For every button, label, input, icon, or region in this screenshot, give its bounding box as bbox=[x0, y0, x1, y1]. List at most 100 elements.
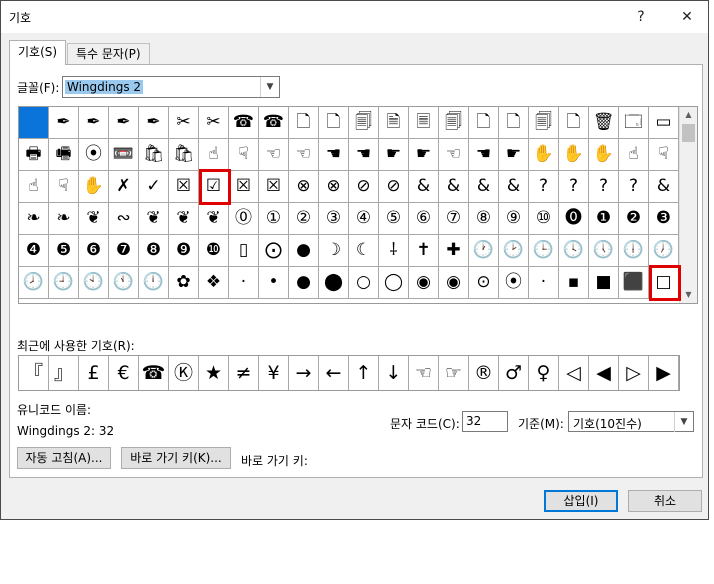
recent-symbol-cell[interactable]: ▶ bbox=[649, 356, 679, 390]
symbol-cell[interactable]: ✓ bbox=[139, 171, 169, 203]
symbol-cell[interactable]: ❦ bbox=[169, 203, 199, 235]
symbol-cell[interactable]: ☒ bbox=[259, 171, 289, 203]
symbol-cell[interactable]: ✿ bbox=[169, 267, 199, 299]
symbol-cell[interactable]: 🕒 bbox=[529, 235, 559, 267]
symbol-cell[interactable]: ? bbox=[559, 171, 589, 203]
symbol-cell[interactable]: ? bbox=[619, 171, 649, 203]
chevron-down-icon[interactable]: ▼ bbox=[674, 412, 693, 432]
symbol-cell[interactable]: 🗏 bbox=[409, 107, 439, 139]
symbol-cell[interactable]: ☝ bbox=[619, 139, 649, 171]
symbol-cell[interactable]: ◉ bbox=[409, 267, 439, 299]
recent-symbol-cell[interactable]: £ bbox=[79, 356, 109, 390]
recent-symbol-cell[interactable]: ↑ bbox=[349, 356, 379, 390]
symbol-cell[interactable]: ❦ bbox=[139, 203, 169, 235]
symbol-cell[interactable]: ☚ bbox=[469, 139, 499, 171]
recent-symbol-cell[interactable]: ↓ bbox=[379, 356, 409, 390]
symbol-cell[interactable]: 🕐 bbox=[469, 235, 499, 267]
symbol-cell[interactable]: ⊗ bbox=[319, 171, 349, 203]
symbol-cell[interactable]: ☾ bbox=[349, 235, 379, 267]
symbol-cell[interactable]: ✗ bbox=[109, 171, 139, 203]
recent-symbol-cell[interactable]: → bbox=[289, 356, 319, 390]
scroll-up-icon[interactable]: ▲ bbox=[680, 107, 697, 123]
symbol-cell[interactable]: 🕘 bbox=[49, 267, 79, 299]
autocorrect-button[interactable]: 자동 고침(A)... bbox=[17, 447, 111, 469]
symbol-cell[interactable]: ✋ bbox=[559, 139, 589, 171]
symbol-cell[interactable]: ❦ bbox=[199, 203, 229, 235]
symbol-cell[interactable]: 🕑 bbox=[499, 235, 529, 267]
symbol-cell[interactable]: ☚ bbox=[319, 139, 349, 171]
recent-symbol-cell[interactable]: ≠ bbox=[229, 356, 259, 390]
symbol-cell[interactable]: & bbox=[469, 171, 499, 203]
symbol-cell[interactable]: 🖶 bbox=[19, 139, 49, 171]
symbol-cell[interactable]: ☚ bbox=[349, 139, 379, 171]
symbol-cell[interactable]: ■ bbox=[589, 267, 619, 299]
cancel-button[interactable]: 취소 bbox=[628, 490, 702, 512]
help-button[interactable]: ? bbox=[631, 7, 651, 27]
symbol-cell[interactable]: ☎ bbox=[259, 107, 289, 139]
symbol-cell[interactable]: ③ bbox=[319, 203, 349, 235]
symbol-cell[interactable]: ☟ bbox=[49, 171, 79, 203]
symbol-cell[interactable]: ② bbox=[289, 203, 319, 235]
symbol-cell[interactable]: ❻ bbox=[79, 235, 109, 267]
symbol-cell[interactable]: ❾ bbox=[169, 235, 199, 267]
symbol-cell[interactable]: ❸ bbox=[649, 203, 679, 235]
symbol-cell[interactable]: ✝ bbox=[409, 235, 439, 267]
symbol-cell[interactable]: ⦿ bbox=[79, 139, 109, 171]
symbol-cell[interactable]: ☝ bbox=[199, 139, 229, 171]
recent-symbol-cell[interactable]: Ⓚ bbox=[169, 356, 199, 390]
recent-symbol-cell[interactable]: ← bbox=[319, 356, 349, 390]
symbol-cell[interactable]: 🗐 bbox=[529, 107, 559, 139]
recent-symbol-cell[interactable]: ☞ bbox=[439, 356, 469, 390]
symbol-cell[interactable]: 🗑 bbox=[589, 107, 619, 139]
recent-symbol-cell[interactable]: 』 bbox=[49, 356, 79, 390]
symbol-cell[interactable]: ✒ bbox=[49, 107, 79, 139]
symbol-cell[interactable]: ☽ bbox=[319, 235, 349, 267]
symbol-cell[interactable]: ❺ bbox=[49, 235, 79, 267]
symbol-cell[interactable]: ◯ bbox=[379, 267, 409, 299]
symbol-cell[interactable]: ✋ bbox=[79, 171, 109, 203]
symbol-cell[interactable]: ✋ bbox=[529, 139, 559, 171]
scroll-down-icon[interactable]: ▼ bbox=[680, 287, 697, 303]
symbol-cell[interactable]: 🕗 bbox=[19, 267, 49, 299]
symbol-cell[interactable]: ☟ bbox=[649, 139, 679, 171]
recent-symbol-cell[interactable]: ® bbox=[469, 356, 499, 390]
symbol-cell[interactable]: 🗔 bbox=[619, 107, 649, 139]
symbol-cell[interactable]: ⑦ bbox=[439, 203, 469, 235]
symbol-cell[interactable]: ⨀ bbox=[259, 235, 289, 267]
symbol-cell[interactable]: 🖷 bbox=[49, 139, 79, 171]
symbol-cell[interactable]: ❧ bbox=[19, 203, 49, 235]
recent-symbol-cell[interactable]: ◀ bbox=[589, 356, 619, 390]
symbol-cell[interactable]: ⊙ bbox=[469, 267, 499, 299]
symbol-cell[interactable]: ❹ bbox=[19, 235, 49, 267]
symbol-cell[interactable]: ☛ bbox=[499, 139, 529, 171]
symbol-cell[interactable]: 🕖 bbox=[649, 235, 679, 267]
recent-symbol-cell[interactable]: ♂ bbox=[499, 356, 529, 390]
symbol-cell[interactable]: ⑧ bbox=[469, 203, 499, 235]
symbol-cell[interactable]: ☜ bbox=[259, 139, 289, 171]
symbol-cell[interactable]: & bbox=[409, 171, 439, 203]
symbol-cell[interactable]: ❶ bbox=[589, 203, 619, 235]
symbol-cell[interactable]: 🗎 bbox=[379, 107, 409, 139]
char-code-input[interactable]: 32 bbox=[462, 411, 508, 432]
symbol-cell[interactable]: ☝ bbox=[19, 171, 49, 203]
symbol-cell[interactable]: • bbox=[259, 267, 289, 299]
symbol-cell[interactable]: ⑤ bbox=[379, 203, 409, 235]
symbol-cell[interactable]: 🛍 bbox=[139, 139, 169, 171]
symbol-cell[interactable]: ✚ bbox=[439, 235, 469, 267]
tab-symbols[interactable]: 기호(S) bbox=[9, 40, 67, 65]
symbol-cell[interactable]: ☒ bbox=[229, 171, 259, 203]
symbol-cell[interactable]: 🗐 bbox=[349, 107, 379, 139]
symbol-cell[interactable]: ◉ bbox=[439, 267, 469, 299]
symbol-cell[interactable]: ⬛ bbox=[619, 267, 649, 299]
recent-symbol-cell[interactable]: ☜ bbox=[409, 356, 439, 390]
shortcut-key-button[interactable]: 바로 가기 키(K)... bbox=[121, 447, 231, 469]
recent-symbol-cell[interactable]: ◁ bbox=[559, 356, 589, 390]
symbol-cell[interactable]: ⑩ bbox=[529, 203, 559, 235]
font-select[interactable]: Wingdings 2 ▼ bbox=[62, 76, 280, 98]
symbol-cell[interactable]: ❖ bbox=[199, 267, 229, 299]
symbol-cell[interactable]: ① bbox=[259, 203, 289, 235]
tab-special-characters[interactable]: 특수 문자(P) bbox=[67, 43, 150, 64]
symbol-cell[interactable]: ○ bbox=[349, 267, 379, 299]
symbol-cell[interactable]: ☟ bbox=[229, 139, 259, 171]
symbol-cell[interactable]: · bbox=[529, 267, 559, 299]
